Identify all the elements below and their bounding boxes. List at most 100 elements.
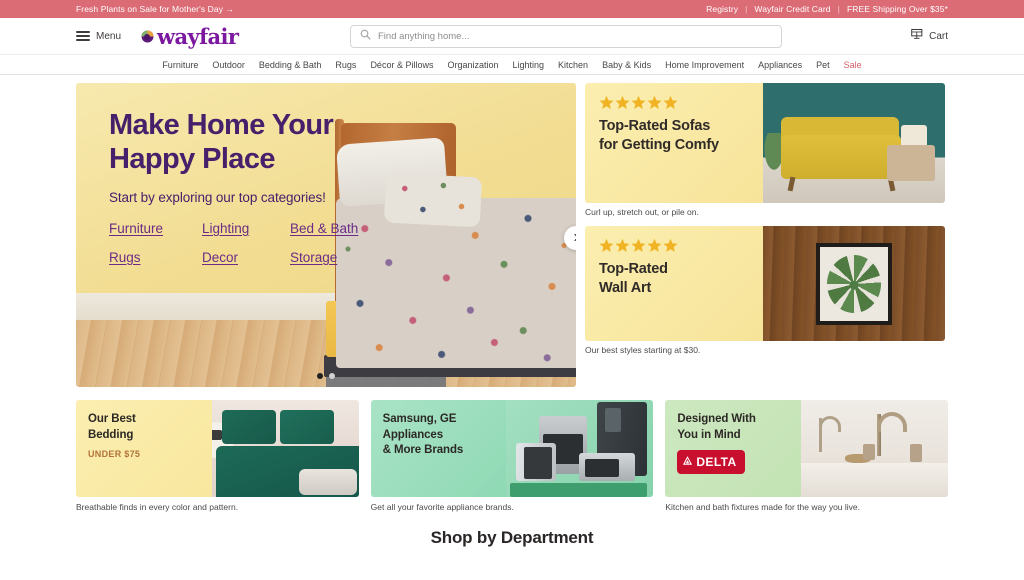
feature-card-bedding-body: Our Best Bedding UNDER $75 [76,400,359,497]
hero-carousel-slide[interactable]: Make Home Your Happy Place Start by expl… [76,83,576,387]
promo-card-wall-art-body: Top-Rated Wall Art [585,226,945,341]
nav-item-furniture[interactable]: Furniture [162,60,198,70]
delta-brand-badge: DELTA [677,450,745,475]
main-content: Make Home Your Happy Place Start by expl… [0,75,1024,548]
shopping-cart-icon [910,27,924,46]
hamburger-icon [76,31,90,41]
promo-separator-2: | [837,4,840,14]
menu-button-label: Menu [96,30,122,42]
nav-item-organization[interactable]: Organization [447,60,498,70]
promo-cards-column: Top-Rated Sofas for Getting Comfy Curl u… [585,83,945,387]
hero-link-decor[interactable]: Decor [202,250,290,265]
nav-item-baby-kids[interactable]: Baby & Kids [602,60,651,70]
five-star-rating-icon [599,95,749,110]
promo-card-sofas-title: Top-Rated Sofas for Getting Comfy [599,117,749,154]
nav-item-outdoor[interactable]: Outdoor [212,60,245,70]
promo-card-wall-art[interactable]: Top-Rated Wall Art Our best styles start… [585,226,945,355]
promo-separator-1: | [745,4,748,14]
carousel-dot-1[interactable] [317,373,323,379]
hero-link-furniture[interactable]: Furniture [109,221,202,236]
wayfair-logo-mark-icon [141,30,154,43]
feature-card-appliances-text: Samsung, GE Appliances & More Brands [370,400,507,497]
wayfair-logo[interactable]: wayfair [141,23,239,49]
category-navbar: Furniture Outdoor Bedding & Bath Rugs Dé… [0,54,1024,75]
nav-item-sale[interactable]: Sale [844,60,862,70]
appliance-dishwasher-front [524,447,553,479]
wayfair-logo-text: wayfair [157,23,239,49]
bedding-green-pillow-right [279,410,334,444]
wall-art-mat [820,246,888,321]
promo-card-wall-art-title: Top-Rated Wall Art [599,260,749,297]
bedding-white-throw [298,469,357,495]
menu-button[interactable]: Menu [76,31,121,42]
carousel-dot-2[interactable] [329,373,335,379]
delta-faucet-handle-right [910,444,923,462]
promo-card-wall-art-title-line1: Top-Rated [599,261,668,277]
carousel-dots [76,373,576,379]
search-container [350,24,782,48]
delta-triangle-icon [682,453,693,471]
hero-link-lighting[interactable]: Lighting [202,221,290,236]
nav-item-appliances[interactable]: Appliances [758,60,802,70]
cart-button[interactable]: Cart [910,27,948,46]
top-promo-bar: Fresh Plants on Sale for Mother's Day → … [0,0,1024,18]
promo-banner-link[interactable]: Fresh Plants on Sale for Mother's Day → [76,4,234,14]
feature-card-bedding-title-line2: Bedding [88,428,134,441]
promo-card-wall-art-caption: Our best styles starting at $30. [585,345,701,355]
nav-item-rugs[interactable]: Rugs [335,60,356,70]
free-shipping-link[interactable]: FREE Shipping Over $35* [847,4,948,14]
delta-faucet-small-arc [819,416,842,432]
credit-card-link[interactable]: Wayfair Credit Card [754,4,830,14]
delta-faucet-handle-left [862,444,875,460]
sofa-scene-lamp [901,125,927,145]
appliances-platform-right [549,483,648,497]
search-box[interactable] [350,24,782,48]
feature-cards-row: Our Best Bedding UNDER $75 Breathable fi… [76,400,949,512]
hero-and-promos-grid: Make Home Your Happy Place Start by expl… [76,83,948,387]
site-header: Menu wayfair Find anything home... Cart [0,18,1024,54]
feature-card-delta-title-line1: Designed With [677,413,756,425]
feature-card-appliances[interactable]: Samsung, GE Appliances & More Brands Get… [370,400,654,512]
appliance-refrigerator-dispenser [605,408,622,432]
feature-card-appliances-caption: Get all your favorite appliance brands. [370,502,514,512]
hero-link-storage[interactable]: Storage [290,250,358,265]
feature-card-delta-body: Designed With You in Mind DELTA [665,400,949,497]
hero-headline-line1: Make Home Your [109,109,334,141]
wall-art-leaf-print [827,254,881,313]
registry-link[interactable]: Registry [706,4,738,14]
feature-card-bedding-text: Our Best Bedding UNDER $75 [76,400,212,497]
delta-sink-basin [801,463,949,497]
feature-card-delta[interactable]: Designed With You in Mind DELTA Kitchen … [665,400,949,512]
hero-link-bed-bath[interactable]: Bed & Bath [290,221,358,236]
promo-card-sofas[interactable]: Top-Rated Sofas for Getting Comfy Curl u… [585,83,945,217]
sofa-scene-side-table [887,145,935,181]
feature-card-appliances-image [506,400,654,497]
appliance-microwave-window [585,459,620,477]
nav-item-bedding-bath[interactable]: Bedding & Bath [259,60,322,70]
feature-card-delta-caption: Kitchen and bath fixtures made for the w… [665,502,861,512]
feature-card-bedding-title: Our Best Bedding [88,412,212,443]
search-icon [360,27,371,45]
bedding-green-pillow-left [221,410,276,444]
promo-card-sofas-body: Top-Rated Sofas for Getting Comfy [585,83,945,203]
nav-item-home-improvement[interactable]: Home Improvement [665,60,744,70]
hero-category-links: Furniture Lighting Bed & Bath Rugs Decor… [109,221,358,265]
hero-text-block: Make Home Your Happy Place Start by expl… [109,109,358,265]
promo-bar-links: Registry | Wayfair Credit Card | FREE Sh… [706,4,948,14]
feature-card-bedding-caption: Breathable finds in every color and patt… [76,502,239,512]
feature-card-delta-title: Designed With You in Mind [677,412,801,443]
nav-item-lighting[interactable]: Lighting [513,60,545,70]
hero-subtitle: Start by exploring our top categories! [109,189,326,205]
hero-link-rugs[interactable]: Rugs [109,250,202,265]
promo-card-wall-art-image [763,226,945,341]
promo-card-sofas-caption: Curl up, stretch out, or pile on. [585,207,699,217]
nav-item-decor-pillows[interactable]: Décor & Pillows [370,60,433,70]
cart-button-label: Cart [929,30,948,42]
sofa-seat [781,135,901,179]
feature-card-bedding[interactable]: Our Best Bedding UNDER $75 Breathable fi… [76,400,359,512]
nav-item-kitchen[interactable]: Kitchen [558,60,588,70]
delta-brand-name: DELTA [696,455,737,470]
nav-item-pet[interactable]: Pet [816,60,830,70]
hero-headline-line2: Happy Place [109,142,275,175]
search-input[interactable] [378,30,772,42]
